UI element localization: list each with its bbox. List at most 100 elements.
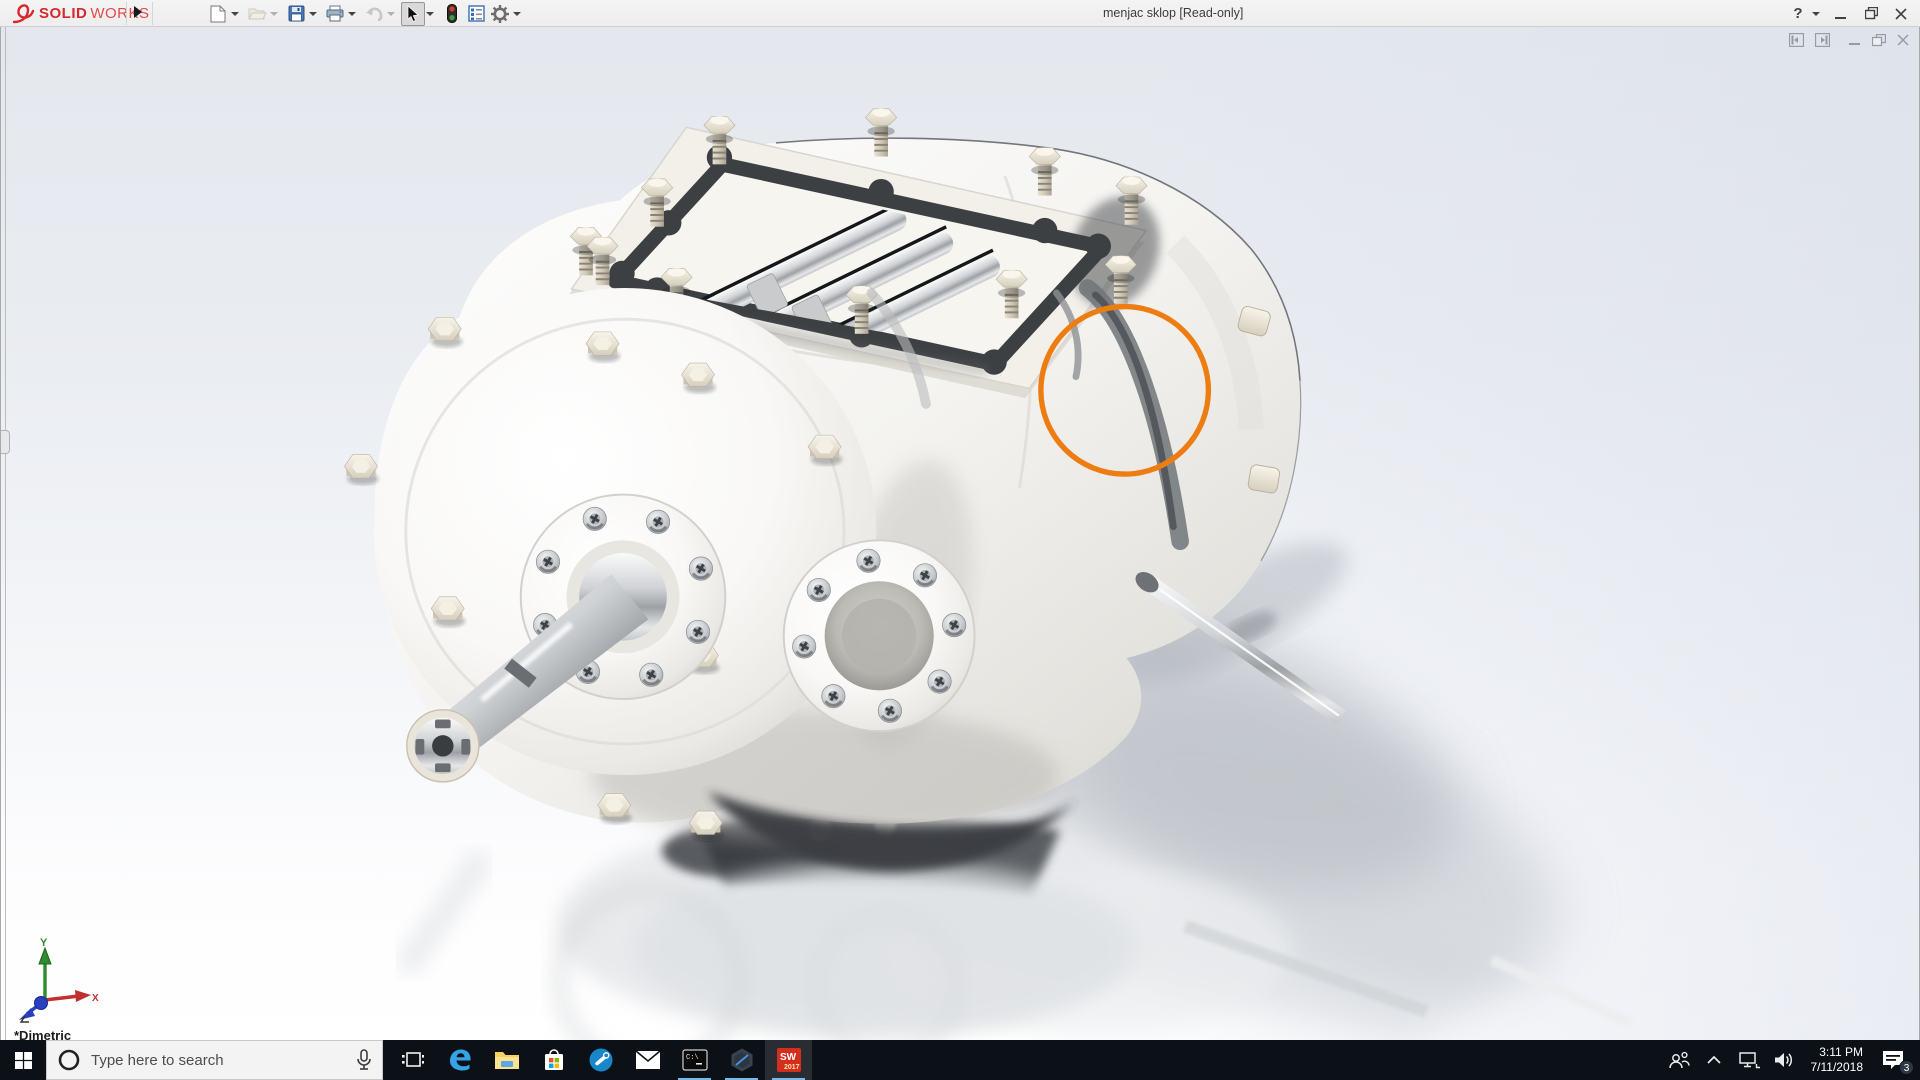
display-pane-icon <box>467 5 485 22</box>
sw-year-label: 2017 <box>784 1064 800 1071</box>
gear-icon <box>491 4 509 23</box>
tray-date: 7/11/2018 <box>1810 1060 1864 1074</box>
help-button[interactable]: ? <box>1788 2 1808 26</box>
command-prompt-button[interactable]: C:\ <box>671 1040 718 1080</box>
start-button[interactable] <box>0 1040 46 1080</box>
toolbar-flyout-arrow[interactable] <box>130 5 146 22</box>
network-icon <box>1738 1052 1760 1069</box>
chevron-down-icon[interactable] <box>513 11 521 16</box>
chevron-down-icon[interactable] <box>309 11 317 16</box>
print-button[interactable] <box>323 2 347 26</box>
cursor-arrow-icon <box>407 5 419 22</box>
options-button[interactable] <box>488 2 512 26</box>
notification-count-badge: 3 <box>1899 1060 1914 1075</box>
speaker-icon <box>1774 1053 1792 1067</box>
search-placeholder: Type here to search <box>91 1051 224 1069</box>
close-icon <box>1895 7 1907 20</box>
command-prompt-icon: C:\ <box>681 1049 708 1071</box>
people-button[interactable] <box>1665 1040 1693 1080</box>
titlebar: SOLID WORKS menjac sklop [Read-only] ? <box>0 0 1920 27</box>
doc-restore-button[interactable] <box>1872 33 1886 47</box>
network-button[interactable] <box>1735 1040 1763 1080</box>
view-orientation-label: *Dimetric <box>14 1028 72 1040</box>
document-title: menjac sklop [Read-only] <box>1103 6 1244 20</box>
orientation-triad: Y X <box>19 937 99 1023</box>
minimize-button[interactable] <box>1828 2 1854 26</box>
mail-icon <box>634 1050 661 1069</box>
restore-icon <box>1872 33 1886 46</box>
select-tool-button[interactable] <box>401 1 425 26</box>
undo-button[interactable] <box>362 2 386 26</box>
store-icon <box>544 1049 563 1070</box>
chevron-down-icon <box>387 11 395 16</box>
chevron-down-icon[interactable] <box>1812 11 1820 16</box>
panel-splitter-tab[interactable] <box>1 430 10 454</box>
task-view-button[interactable] <box>389 1040 436 1080</box>
restore-button[interactable] <box>1858 2 1884 26</box>
taskbar-clock[interactable]: 3:11 PM 7/11/2018 <box>1805 1045 1870 1075</box>
edge-icon <box>449 1049 470 1071</box>
tray-overflow-button[interactable] <box>1700 1040 1728 1080</box>
gearbox-3d-scene[interactable] <box>1 27 1920 1040</box>
mail-button[interactable] <box>624 1040 671 1080</box>
open-document-button[interactable] <box>245 2 269 26</box>
file-explorer-icon <box>494 1052 519 1069</box>
print-icon <box>326 5 344 22</box>
hexagon-app-button[interactable] <box>718 1040 765 1080</box>
triad-y-label: Y <box>40 937 48 949</box>
display-pane-button[interactable] <box>464 2 488 26</box>
chevron-down-icon[interactable] <box>348 11 356 16</box>
close-button[interactable] <box>1888 2 1914 26</box>
divider <box>152 2 153 25</box>
brand-solid: SOLID <box>39 5 88 22</box>
show-right-pane-button[interactable] <box>1815 33 1830 47</box>
pane-left-icon <box>1789 33 1804 47</box>
pane-right-icon <box>1815 33 1830 47</box>
microphone-icon[interactable] <box>356 1049 372 1071</box>
solidworks-logo: SOLID WORKS <box>10 0 150 27</box>
rebuild-button[interactable] <box>440 2 464 26</box>
system-tray: 3:11 PM 7/11/2018 3 <box>1665 1040 1920 1080</box>
ds-logo-icon <box>12 3 35 23</box>
output-flange[interactable] <box>782 539 976 733</box>
volume-button[interactable] <box>1770 1040 1798 1080</box>
wrench-circle-icon <box>589 1048 612 1072</box>
new-document-button[interactable] <box>206 2 230 26</box>
restore-icon <box>1864 7 1878 20</box>
document-window-controls <box>1789 33 1909 47</box>
chevron-down-icon[interactable] <box>426 11 434 16</box>
windows-logo-icon <box>14 1051 32 1069</box>
task-view-icon <box>401 1052 424 1067</box>
save-button[interactable] <box>284 2 308 26</box>
store-button[interactable] <box>530 1040 577 1080</box>
close-icon <box>1897 34 1909 46</box>
tools-app-button[interactable] <box>577 1040 624 1080</box>
traffic-light-icon <box>447 4 457 23</box>
people-icon <box>1668 1051 1690 1069</box>
solidworks-taskbar-icon: SW 2017 <box>776 1048 801 1072</box>
divider <box>126 2 127 25</box>
hexagon-app-icon <box>731 1048 752 1072</box>
window-controls: ? <box>1788 0 1914 27</box>
action-center-button[interactable]: 3 <box>1876 1040 1914 1080</box>
doc-close-button[interactable] <box>1897 34 1909 46</box>
triad-x-label: X <box>92 993 99 1004</box>
cmd-label: C:\ <box>686 1054 699 1062</box>
graphics-viewport[interactable]: Y X *Dimetric <box>0 27 1920 1040</box>
minimize-icon <box>1835 16 1846 19</box>
show-left-pane-button[interactable] <box>1789 33 1804 47</box>
chevron-down-icon[interactable] <box>231 11 239 16</box>
doc-minimize-button[interactable] <box>1849 34 1861 46</box>
help-glyph: ? <box>1793 5 1803 22</box>
solidworks-app-button[interactable]: SW 2017 <box>765 1040 812 1080</box>
chevron-up-icon <box>1706 1055 1721 1064</box>
cortana-icon <box>58 1049 80 1071</box>
screen: SOLID WORKS menjac sklop [Read-only] ? Y… <box>0 0 1920 1080</box>
open-folder-icon <box>247 8 267 20</box>
taskbar-search[interactable]: Type here to search <box>46 1040 383 1080</box>
undo-arrow-icon <box>365 7 382 21</box>
panel-splitter[interactable] <box>5 27 6 1040</box>
taskbar: Type here to search C:\ SW 2017 3:11 PM … <box>0 1040 1920 1080</box>
edge-browser-button[interactable] <box>436 1040 483 1080</box>
file-explorer-button[interactable] <box>483 1040 530 1080</box>
